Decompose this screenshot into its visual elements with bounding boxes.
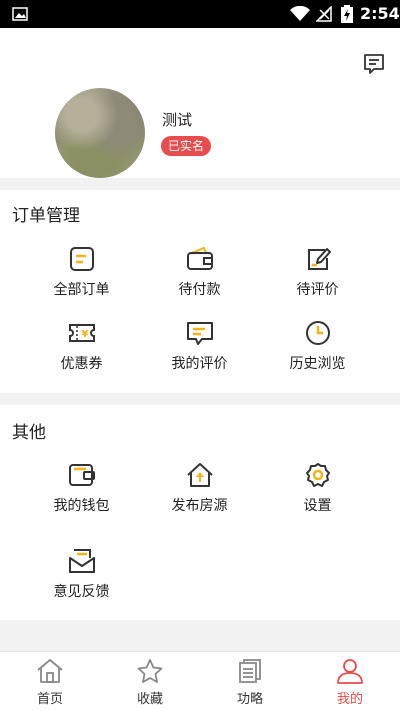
history-button[interactable]: 历史浏览 bbox=[251, 319, 384, 373]
avatar[interactable] bbox=[55, 88, 145, 178]
image-notification-icon bbox=[12, 7, 28, 21]
tab-favorites[interactable]: 收藏 bbox=[100, 652, 200, 711]
pending-review-label: 待评价 bbox=[296, 282, 339, 298]
svg-text:¥: ¥ bbox=[81, 329, 88, 340]
bottom-tab-bar: 首页 收藏 功略 我的 bbox=[0, 651, 400, 711]
order-list-icon bbox=[69, 247, 94, 271]
house-upload-icon bbox=[186, 463, 213, 487]
publish-listing-label: 发布房源 bbox=[171, 498, 228, 514]
wifi-icon bbox=[290, 6, 310, 21]
other-section: 其他 我的钱包 发布房源 设置 意见反馈 bbox=[0, 405, 400, 620]
my-wallet-label: 我的钱包 bbox=[53, 498, 110, 514]
verified-badge: 已实名 bbox=[161, 136, 212, 156]
tab-mine[interactable]: 我的 bbox=[300, 652, 400, 711]
my-reviews-button[interactable]: 我的评价 bbox=[133, 319, 266, 373]
my-wallet-button[interactable]: 我的钱包 bbox=[15, 461, 148, 515]
user-icon bbox=[337, 659, 363, 684]
status-time: 2:54 bbox=[360, 4, 400, 23]
clock-icon bbox=[305, 321, 330, 345]
tab-home-label: 首页 bbox=[36, 692, 63, 707]
wallet-icon bbox=[68, 464, 95, 486]
feedback-button[interactable]: 意见反馈 bbox=[15, 547, 148, 601]
pending-payment-label: 待付款 bbox=[178, 282, 221, 298]
my-reviews-label: 我的评价 bbox=[171, 356, 228, 372]
tab-mine-label: 我的 bbox=[336, 692, 363, 707]
star-icon bbox=[137, 659, 163, 683]
settings-icon bbox=[305, 463, 330, 487]
username[interactable]: 测试 bbox=[162, 109, 192, 130]
settings-button[interactable]: 设置 bbox=[251, 461, 384, 515]
feedback-icon bbox=[68, 549, 95, 573]
history-label: 历史浏览 bbox=[289, 356, 346, 372]
pending-payment-button[interactable]: 待付款 bbox=[133, 245, 266, 299]
home-icon bbox=[37, 659, 63, 683]
publish-listing-button[interactable]: 发布房源 bbox=[133, 461, 266, 515]
all-orders-button[interactable]: 全部订单 bbox=[15, 245, 148, 299]
coupon-label: 优惠券 bbox=[60, 356, 103, 372]
tab-guide[interactable]: 功略 bbox=[200, 652, 300, 711]
guide-icon bbox=[239, 659, 261, 683]
settings-label: 设置 bbox=[303, 498, 332, 514]
section-title-other: 其他 bbox=[12, 423, 46, 443]
feedback-label: 意见反馈 bbox=[53, 584, 110, 600]
coupon-button[interactable]: ¥ 优惠券 bbox=[15, 319, 148, 373]
pending-review-button[interactable]: 待评价 bbox=[251, 245, 384, 299]
coupon-icon: ¥ bbox=[68, 324, 95, 342]
tab-guide-label: 功略 bbox=[236, 692, 263, 707]
signal-icon bbox=[316, 6, 332, 22]
all-orders-label: 全部订单 bbox=[53, 282, 110, 298]
comment-icon bbox=[186, 322, 213, 345]
order-management-section: 订单管理 全部订单 待付款 待评价 ¥ 优惠券 我的评价 历史浏览 bbox=[0, 190, 400, 393]
tab-home[interactable]: 首页 bbox=[0, 652, 100, 711]
profile-header: 测试 已实名 bbox=[0, 28, 400, 178]
battery-icon bbox=[341, 5, 353, 23]
wallet-icon bbox=[186, 246, 213, 270]
tab-favorites-label: 收藏 bbox=[136, 692, 163, 707]
status-bar: 2:54 bbox=[0, 0, 400, 28]
message-icon[interactable] bbox=[362, 52, 386, 76]
section-title-orders: 订单管理 bbox=[12, 206, 80, 226]
edit-icon bbox=[307, 248, 331, 270]
